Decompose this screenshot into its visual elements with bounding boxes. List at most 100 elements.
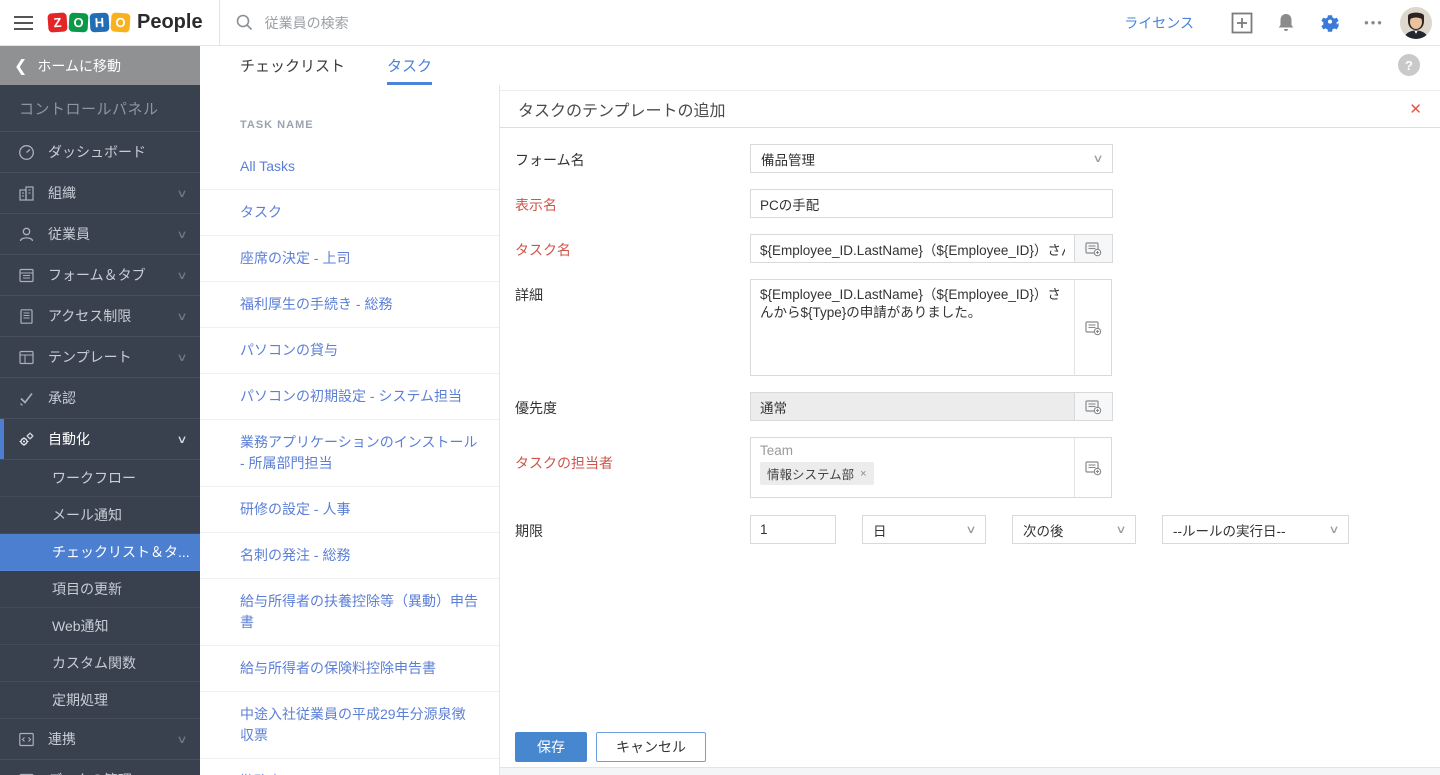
building-icon (18, 185, 35, 202)
due-reference-select[interactable]: --ルールの実行日-- ∨ (1162, 515, 1349, 544)
sidebar-item-forms-tabs[interactable]: フォーム＆タブ ∨ (0, 255, 200, 296)
code-icon (18, 731, 35, 748)
gauge-icon (18, 144, 35, 161)
help-icon[interactable]: ? (1398, 54, 1420, 76)
back-chevron-icon: ❮ (14, 57, 28, 75)
logo-tile-o1: O (68, 12, 89, 33)
tabs-row: チェックリスト タスク ? (200, 46, 1440, 85)
assignee-placeholder: Team (760, 443, 794, 458)
task-list-item[interactable]: 給与所得者の扶養控除等（異動）申告書 (200, 579, 499, 646)
automation-icon (18, 431, 35, 448)
sidebar-item-label: 組織 (48, 185, 76, 201)
chip-remove-icon[interactable]: × (860, 468, 866, 480)
merge-field-icon (1085, 399, 1102, 414)
merge-field-icon (1084, 460, 1101, 475)
task-list-item[interactable]: 研修の設定 - 人事 (200, 487, 499, 533)
sidebar-item-dashboard[interactable]: ダッシュボード (0, 132, 200, 173)
logo-tile-o2: O (110, 12, 131, 33)
form-name-value: 備品管理 (761, 152, 815, 168)
insert-merge-field-button[interactable] (1075, 234, 1113, 263)
more-options-icon[interactable]: ••• (1352, 0, 1396, 46)
search-input[interactable] (264, 14, 685, 31)
sidebar-item-label: アクセス制限 (48, 308, 132, 324)
priority-input[interactable] (750, 392, 1075, 421)
task-list-item[interactable]: 福利厚生の手続き - 総務 (200, 282, 499, 328)
sidebar-subitem-web-alerts[interactable]: Web通知 (0, 608, 200, 645)
assignee-chip: 情報システム部 × (760, 462, 874, 485)
sidebar-subitem-scheduler[interactable]: 定期処理 (0, 682, 200, 719)
display-name-label: 表示名 (515, 197, 557, 213)
tab-tasks[interactable]: タスク (387, 46, 433, 85)
chevron-down-icon: ∨ (176, 187, 188, 200)
priority-label: 優先度 (515, 400, 557, 416)
hamburger-menu-icon[interactable] (0, 0, 46, 46)
chevron-down-icon: ∨ (176, 733, 188, 746)
save-button[interactable]: 保存 (515, 732, 587, 762)
add-box-icon[interactable] (1220, 0, 1264, 46)
due-reference-value: --ルールの実行日-- (1173, 523, 1286, 539)
sidebar-item-label: 連携 (48, 731, 76, 747)
sidebar-subitem-mail-alerts[interactable]: メール通知 (0, 497, 200, 534)
data-icon (18, 772, 35, 775)
assignee-input[interactable]: Team 情報システム部 × (750, 437, 1075, 498)
control-panel-sidebar: コントロールパネル ダッシュボード 組織 ∨ 従業員 ∨ フォーム＆タブ ∨ アクセス制限 ∨ テ… (0, 85, 200, 775)
sidebar-item-integrations[interactable]: 連携 ∨ (0, 719, 200, 760)
sidebar-subitem-checklist-tasks[interactable]: チェックリスト＆タ... (0, 534, 200, 571)
task-list-item[interactable]: All Tasks (200, 144, 499, 190)
person-icon (18, 226, 35, 243)
user-avatar[interactable] (1400, 6, 1432, 39)
insert-merge-field-button[interactable] (1075, 392, 1113, 421)
task-list-item[interactable]: 中途入社従業員の平成29年分源泉徴収票 (200, 692, 499, 759)
sidebar-subitem-field-update[interactable]: 項目の更新 (0, 571, 200, 608)
task-list-panel: TASK NAME All Tasks タスク 座席の決定 - 上司 福利厚生の手続き… (200, 85, 500, 775)
sidebar-subitem-workflow[interactable]: ワークフロー (0, 460, 200, 497)
tab-checklist[interactable]: チェックリスト (240, 46, 345, 85)
close-icon[interactable]: ✕ (1409, 100, 1422, 118)
sidebar-item-access-control[interactable]: アクセス制限 ∨ (0, 296, 200, 337)
chevron-down-icon: ∨ (176, 228, 188, 241)
task-list-item[interactable]: パソコンの貸与 (200, 328, 499, 374)
cancel-button[interactable]: キャンセル (596, 732, 706, 762)
task-list-item[interactable]: 給与所得者の保険料控除申告書 (200, 646, 499, 692)
due-number-input[interactable] (750, 515, 836, 544)
due-unit-select[interactable]: 日 ∨ (862, 515, 986, 544)
task-name-label: タスク名 (515, 242, 571, 258)
back-to-home-button[interactable]: ❮ ホームに移動 (0, 46, 200, 85)
form-name-select[interactable]: 備品管理 ∨ (750, 144, 1113, 173)
task-list-item[interactable]: 業務アプリケーションのインストール - 所属部門担当 (200, 420, 499, 487)
approval-icon (18, 390, 35, 407)
task-list-item[interactable]: 名刺の発注 - 総務 (200, 533, 499, 579)
sidebar-item-organization[interactable]: 組織 ∨ (0, 173, 200, 214)
description-textarea[interactable]: ${Employee_ID.LastName}（${Employee_ID}）さ… (750, 279, 1075, 376)
task-list-item[interactable]: 座席の決定 - 上司 (200, 236, 499, 282)
task-template-dialog: タスクのテンプレートの追加 ✕ フォーム名 備品管理 ∨ 表示名 PCの手配 タ… (500, 85, 1440, 775)
sidebar-item-label: ダッシュボード (48, 144, 146, 160)
employee-search (220, 14, 1125, 31)
chevron-down-icon: ∨ (1328, 524, 1340, 536)
sidebar-item-data-management[interactable]: データの管理∨ (0, 760, 200, 775)
task-name-input[interactable] (750, 234, 1075, 263)
sidebar-item-label: 従業員 (48, 226, 90, 242)
insert-merge-field-button[interactable] (1074, 279, 1112, 376)
notifications-bell-icon[interactable] (1264, 0, 1308, 46)
task-list-item[interactable]: パソコンの初期設定 - システム担当 (200, 374, 499, 420)
sidebar-item-templates[interactable]: テンプレート ∨ (0, 337, 200, 378)
sidebar-item-employees[interactable]: 従業員 ∨ (0, 214, 200, 255)
chevron-down-icon: ∨ (965, 524, 977, 536)
settings-gear-icon[interactable] (1308, 0, 1352, 46)
dialog-title: タスクのテンプレートの追加 (518, 103, 726, 120)
display-name-input[interactable] (750, 189, 1113, 218)
search-icon (236, 14, 252, 31)
sidebar-item-approvals[interactable]: 承認 (0, 378, 200, 419)
task-list-item[interactable]: タスク (200, 190, 499, 236)
insert-merge-field-button[interactable] (1074, 437, 1112, 498)
zoho-people-logo[interactable]: Z O H O People (47, 11, 203, 34)
chevron-down-icon: ∨ (176, 269, 188, 282)
sidebar-subitem-custom-functions[interactable]: カスタム関数 (0, 645, 200, 682)
task-list-item[interactable]: 勤務表 (200, 759, 499, 775)
sidebar-item-automation[interactable]: 自動化 ∨ (0, 419, 200, 460)
merge-field-icon (1085, 241, 1102, 256)
logo-tile-h: H (89, 12, 110, 33)
due-relation-select[interactable]: 次の後 ∨ (1012, 515, 1136, 544)
license-link[interactable]: ライセンス (1124, 13, 1194, 33)
